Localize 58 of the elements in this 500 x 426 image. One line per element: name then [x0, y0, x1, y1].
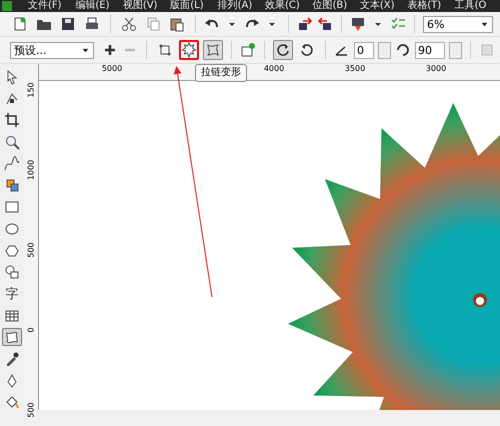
- zoom-icon: [4, 134, 20, 150]
- menu-item[interactable]: 版面(L): [168, 0, 216, 12]
- zipper-star-icon: [181, 42, 197, 58]
- app-icon: [2, 1, 12, 11]
- ruler-label: 500: [26, 402, 36, 418]
- menu-item[interactable]: 编辑(E): [73, 0, 121, 12]
- menu-item[interactable]: 效果(C): [263, 0, 310, 12]
- center-handle-icon[interactable]: [473, 293, 487, 307]
- rotate-counterclockwise-icon: [299, 42, 315, 58]
- preset-dropdown[interactable]: 预设...: [10, 42, 94, 58]
- copy-icon: [145, 16, 161, 32]
- ellipse-icon: [4, 220, 20, 237]
- paste-icon: [169, 16, 185, 32]
- add-envelope-icon[interactable]: [240, 42, 256, 58]
- menu-item[interactable]: 排列(A): [216, 0, 264, 12]
- tooltip: 拉链变形: [195, 64, 247, 82]
- eyedropper-icon: [4, 350, 20, 367]
- frequency-field[interactable]: 90: [415, 42, 445, 58]
- polygon-icon: [4, 242, 20, 258]
- rotate-clockwise-icon: [275, 42, 291, 58]
- crop-icon: [4, 112, 20, 128]
- freehand-tool[interactable]: [2, 154, 22, 173]
- ruler-label: 500: [26, 242, 36, 258]
- basic-shapes-icon: [4, 264, 20, 280]
- ruler-label: 150: [26, 82, 36, 98]
- ruler-label: 4000: [264, 64, 284, 73]
- save-icon: [60, 16, 76, 32]
- crop-tool[interactable]: [2, 111, 22, 130]
- menu-item[interactable]: 工具(O: [452, 0, 500, 12]
- scissors-icon: [121, 16, 137, 32]
- menu-item[interactable]: 位图(B): [310, 0, 358, 12]
- ruler-label: 3000: [426, 64, 446, 73]
- plus-icon[interactable]: [102, 42, 118, 58]
- distort-tool-tool[interactable]: [2, 328, 22, 346]
- menu-item[interactable]: 表格(T): [405, 0, 453, 12]
- export-icon[interactable]: [317, 16, 333, 32]
- rectangle-icon: [4, 199, 20, 216]
- distortion-toggle[interactable]: [203, 40, 223, 60]
- shape-tool-icon: [4, 90, 20, 107]
- smart-fill-icon: [4, 177, 20, 194]
- ruler-label: 3500: [344, 64, 366, 73]
- ruler-label: 1000: [26, 160, 36, 180]
- freehand-icon: [4, 156, 20, 172]
- rotation-direction-toggle[interactable]: [273, 40, 293, 60]
- distortion-toggle[interactable]: [179, 40, 199, 60]
- distort-tool-icon: [4, 329, 20, 346]
- amplitude-field[interactable]: 0: [354, 42, 374, 58]
- node-square-icon: [157, 42, 173, 58]
- zoom-dropdown[interactable]: 6%: [423, 16, 493, 32]
- menu-item[interactable]: 视图(V): [120, 0, 168, 12]
- fill-bucket-icon: [4, 394, 20, 410]
- print-icon: [84, 16, 100, 32]
- import-icon[interactable]: [297, 16, 313, 32]
- table-icon: [4, 308, 20, 324]
- text-tool[interactable]: 字: [2, 284, 22, 303]
- ruler-label: 0: [26, 327, 36, 333]
- new-document-icon: [12, 16, 28, 32]
- ruler-label: 5000: [102, 64, 122, 73]
